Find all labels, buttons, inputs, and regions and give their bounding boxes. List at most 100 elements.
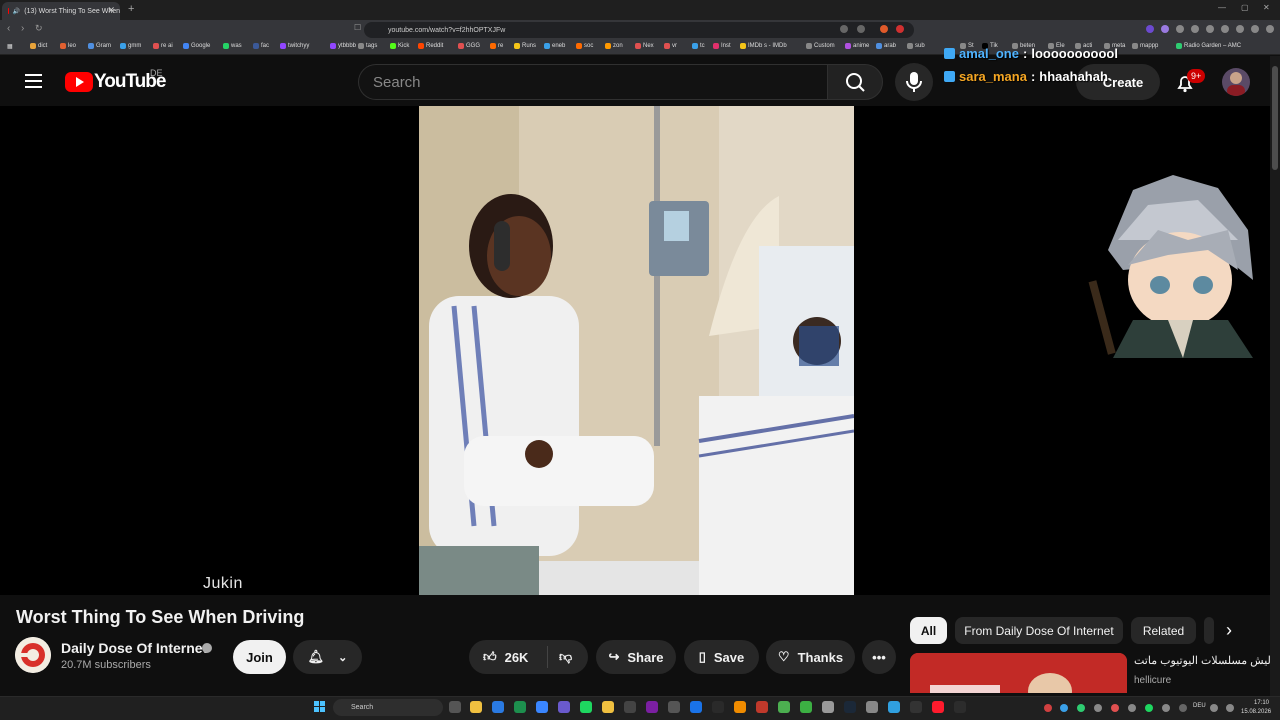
chip-partial[interactable] bbox=[1204, 617, 1214, 644]
taskbar-app-icon[interactable] bbox=[624, 701, 636, 713]
taskbar-app-icon[interactable] bbox=[888, 701, 900, 713]
bookmark-item[interactable]: Kick bbox=[390, 43, 409, 49]
taskbar-app-icon[interactable] bbox=[558, 701, 570, 713]
taskbar-app-icon[interactable] bbox=[800, 701, 812, 713]
menu-icon[interactable] bbox=[1266, 25, 1274, 33]
bookmark-item[interactable]: ytbbbb bbox=[330, 43, 356, 49]
bookmark-item[interactable]: sub bbox=[907, 43, 925, 49]
bookmark-item[interactable]: Radio Garden – AMC bbox=[1176, 43, 1241, 49]
related-video-channel[interactable]: hellicure bbox=[1134, 675, 1171, 686]
close-window-icon[interactable]: ✕ bbox=[1263, 3, 1270, 12]
bookmark-item[interactable]: Runs bbox=[514, 43, 536, 49]
sidebar-icon[interactable] bbox=[1206, 25, 1214, 33]
bookmark-item[interactable]: twitchyy bbox=[280, 43, 309, 49]
taskbar-app-icon[interactable] bbox=[514, 701, 526, 713]
bookmark-item[interactable]: soc bbox=[576, 43, 593, 49]
taskbar-app-icon[interactable] bbox=[932, 701, 944, 713]
zoom-icon[interactable] bbox=[840, 25, 848, 33]
taskbar-app-icon[interactable] bbox=[822, 701, 834, 713]
bookmark-item[interactable]: fac bbox=[253, 43, 269, 49]
bookmark-item[interactable]: zon bbox=[605, 43, 623, 49]
chip-from-channel[interactable]: From Daily Dose Of Internet bbox=[955, 617, 1123, 644]
new-tab-icon[interactable]: + bbox=[128, 3, 134, 15]
taskbar-app-icon[interactable] bbox=[778, 701, 790, 713]
bookmark-star-icon[interactable]: ☐ bbox=[354, 23, 361, 32]
join-button[interactable]: Join bbox=[233, 640, 286, 674]
video-frame[interactable] bbox=[419, 106, 854, 595]
taskbar-app-icon[interactable] bbox=[954, 701, 966, 713]
extension-icon[interactable] bbox=[1146, 25, 1154, 33]
search-input[interactable]: Search bbox=[358, 64, 827, 100]
chevron-right-icon[interactable]: › bbox=[1226, 620, 1232, 641]
bookmark-item[interactable]: was bbox=[223, 43, 242, 49]
thanks-button[interactable]: ♡ Thanks bbox=[766, 640, 855, 674]
bookmark-item[interactable]: mappp bbox=[1132, 43, 1158, 49]
bookmark-item[interactable]: tags bbox=[358, 43, 377, 49]
tray-icon[interactable] bbox=[1060, 704, 1068, 712]
extension-icon[interactable] bbox=[1191, 25, 1199, 33]
extension-icon[interactable] bbox=[1161, 25, 1169, 33]
tray-icon[interactable] bbox=[1128, 704, 1136, 712]
bookmark-item[interactable]: vr bbox=[664, 43, 677, 49]
bookmark-item[interactable]: Nex bbox=[635, 43, 654, 49]
bookmark-item[interactable]: Inst bbox=[713, 43, 731, 49]
share-button[interactable]: ↪ Share bbox=[596, 640, 676, 674]
tray-icon[interactable] bbox=[1210, 704, 1218, 712]
taskbar-app-icon[interactable] bbox=[580, 701, 592, 713]
taskbar-app-icon[interactable] bbox=[602, 701, 614, 713]
scrollbar-thumb[interactable] bbox=[1272, 66, 1278, 170]
account-avatar[interactable] bbox=[1222, 68, 1250, 96]
tray-icon[interactable] bbox=[1094, 704, 1102, 712]
taskbar-app-icon[interactable] bbox=[690, 701, 702, 713]
clock-date[interactable]: 15.08.2026 bbox=[1241, 709, 1271, 715]
taskbar-app-icon[interactable] bbox=[844, 701, 856, 713]
install-icon[interactable] bbox=[857, 25, 865, 33]
voice-search-button[interactable] bbox=[895, 63, 933, 101]
taskbar-app-icon[interactable] bbox=[470, 701, 482, 713]
forward-icon[interactable]: › bbox=[21, 23, 24, 34]
save-button[interactable]: ▯ Save bbox=[684, 640, 759, 674]
reload-icon[interactable]: ↻ bbox=[35, 23, 43, 34]
tray-icon[interactable] bbox=[1145, 704, 1153, 712]
rewards-icon[interactable] bbox=[896, 25, 904, 33]
taskbar-app-icon[interactable] bbox=[910, 701, 922, 713]
bookmark-item[interactable]: eneb bbox=[544, 43, 565, 49]
brave-shield-icon[interactable] bbox=[880, 25, 888, 33]
windows-start-icon[interactable] bbox=[314, 701, 326, 713]
subscribe-bell-button[interactable]: 🔔︎ ⌄ bbox=[293, 640, 362, 674]
bookmark-item[interactable]: Google bbox=[183, 43, 210, 49]
bookmark-item[interactable]: dict bbox=[30, 43, 47, 49]
like-button[interactable]: 👍︎ 26K bbox=[469, 646, 548, 668]
taskbar-app-icon[interactable] bbox=[536, 701, 548, 713]
clock-time[interactable]: 17:10 bbox=[1254, 700, 1269, 706]
tray-icon[interactable] bbox=[1077, 704, 1085, 712]
bookmark-item[interactable]: Gram bbox=[88, 43, 111, 49]
more-actions-button[interactable]: ••• bbox=[862, 640, 896, 674]
vpn-icon[interactable] bbox=[1251, 25, 1259, 33]
taskbar-app-icon[interactable] bbox=[492, 701, 504, 713]
bookmark-item[interactable]: Custom bbox=[806, 43, 835, 49]
tray-icon[interactable] bbox=[1226, 704, 1234, 712]
bookmark-item[interactable]: arab bbox=[876, 43, 896, 49]
related-video-thumbnail[interactable] bbox=[910, 653, 1127, 693]
bookmark-item[interactable]: leo bbox=[60, 43, 76, 49]
tray-icon[interactable] bbox=[1162, 704, 1170, 712]
browser-tab[interactable]: 🔊 (13) Worst Thing To See When ✕ bbox=[2, 2, 120, 20]
extension-icon[interactable] bbox=[1176, 25, 1184, 33]
bookmark-item[interactable]: GGG bbox=[458, 43, 480, 49]
youtube-logo-icon[interactable] bbox=[65, 72, 93, 92]
keyboard-language[interactable]: DEU bbox=[1193, 703, 1206, 709]
tray-icon[interactable] bbox=[1179, 704, 1187, 712]
bookmark-item[interactable]: anime bbox=[845, 43, 869, 49]
minimize-icon[interactable]: — bbox=[1218, 3, 1226, 12]
profile-icon[interactable] bbox=[1221, 25, 1229, 33]
chip-all[interactable]: All bbox=[910, 617, 947, 644]
taskbar-app-icon[interactable] bbox=[756, 701, 768, 713]
tray-icon[interactable] bbox=[1044, 704, 1052, 712]
dislike-button[interactable]: 👎︎ bbox=[548, 649, 572, 665]
bookmark-item[interactable]: Reddit bbox=[418, 43, 443, 49]
apps-grid-icon[interactable]: ▦ bbox=[7, 43, 13, 50]
taskbar-app-icon[interactable] bbox=[734, 701, 746, 713]
taskbar-app-icon[interactable] bbox=[449, 701, 461, 713]
channel-avatar[interactable] bbox=[15, 637, 51, 673]
